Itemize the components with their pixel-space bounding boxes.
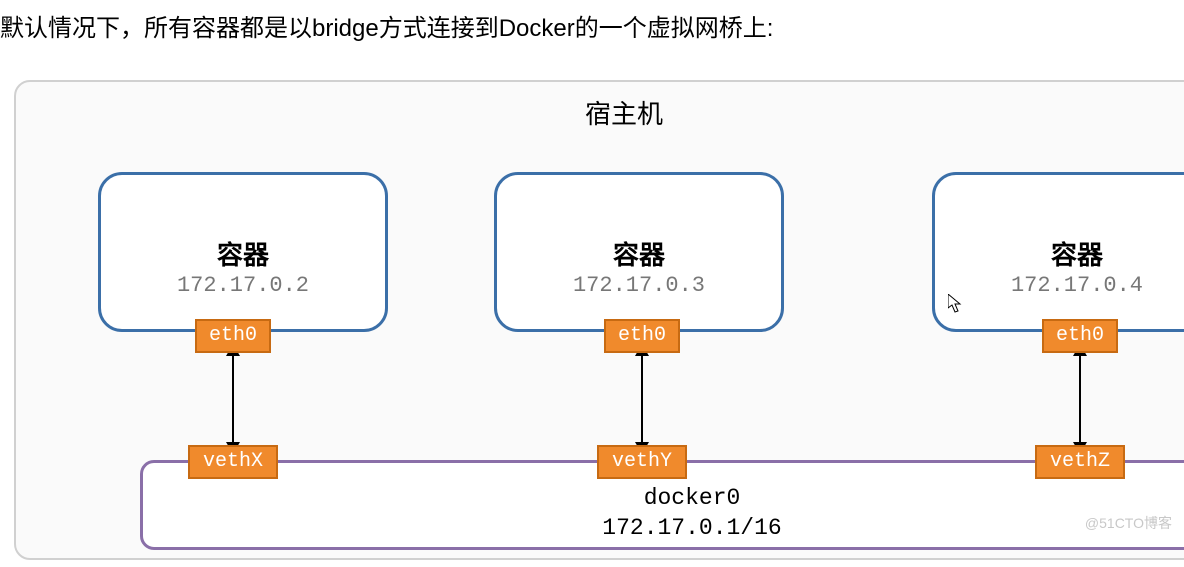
bridge-ip: 172.17.0.1/16 xyxy=(143,515,1184,541)
connector-line-1 xyxy=(232,354,234,444)
container-box-2: 容器 172.17.0.3 xyxy=(494,172,784,332)
eth0-interface-1: eth0 xyxy=(195,319,271,353)
container-label: 容器 xyxy=(101,235,385,272)
veth-interface-z: vethZ xyxy=(1035,445,1125,479)
veth-interface-y: vethY xyxy=(597,445,687,479)
veth-interface-x: vethX xyxy=(188,445,278,479)
container-ip: 172.17.0.4 xyxy=(935,273,1184,298)
eth0-interface-2: eth0 xyxy=(604,319,680,353)
container-ip: 172.17.0.3 xyxy=(497,273,781,298)
container-label: 容器 xyxy=(935,235,1184,272)
watermark-text: @51CTO博客 xyxy=(1085,513,1172,533)
container-label: 容器 xyxy=(497,235,781,272)
eth0-interface-3: eth0 xyxy=(1042,319,1118,353)
connector-line-2 xyxy=(641,354,643,444)
bridge-name: docker0 xyxy=(143,485,1184,511)
page-description: 默认情况下，所有容器都是以bridge方式连接到Docker的一个虚拟网桥上: xyxy=(0,0,1184,43)
container-box-1: 容器 172.17.0.2 xyxy=(98,172,388,332)
host-title: 宿主机 xyxy=(16,94,1184,131)
container-ip: 172.17.0.2 xyxy=(101,273,385,298)
connector-line-3 xyxy=(1079,354,1081,444)
cursor-icon xyxy=(948,294,964,314)
container-box-3: 容器 172.17.0.4 xyxy=(932,172,1184,332)
